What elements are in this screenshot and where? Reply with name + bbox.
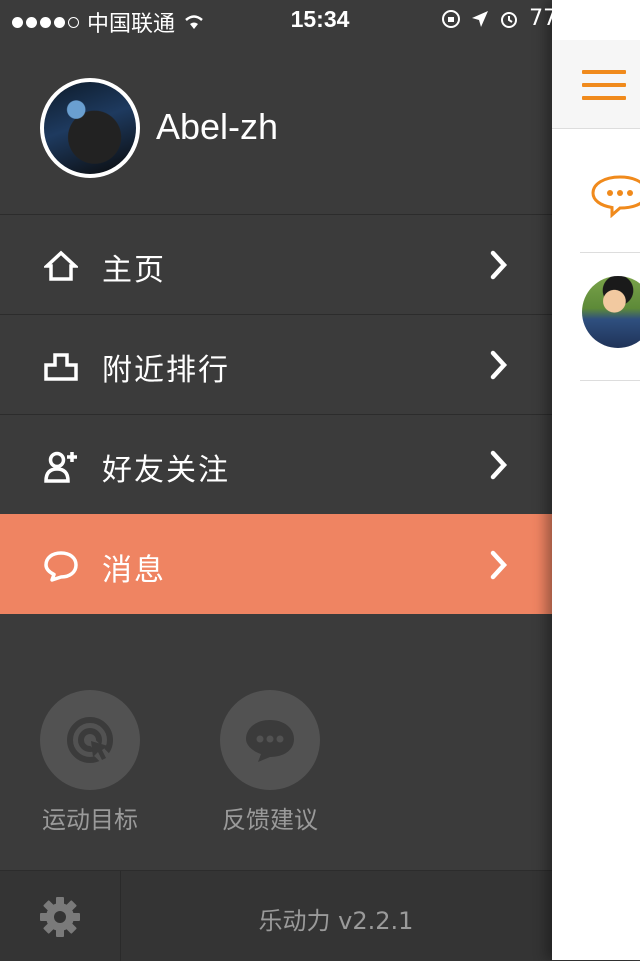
target-icon xyxy=(67,717,116,765)
alarm-icon xyxy=(501,11,518,28)
username: Abel-zh xyxy=(156,106,279,147)
feedback-button[interactable] xyxy=(220,690,320,790)
shortcut-goal[interactable]: 运动目标 xyxy=(10,690,170,835)
menu-item-nearby-ranking[interactable]: 附近排行 xyxy=(0,314,552,414)
nav-menu: 主页 附近排行 好友关注 消息 xyxy=(0,214,552,614)
avatar[interactable] xyxy=(582,276,640,348)
divider xyxy=(580,380,640,381)
status-bar: 中国联通 15:34 77% xyxy=(0,0,640,40)
drawer-footer: 乐动力 v2.2.1 xyxy=(0,870,552,961)
orientation-lock-icon xyxy=(442,9,461,28)
add-friend-icon xyxy=(44,451,77,483)
feedback-label: 反馈建议 xyxy=(222,806,318,834)
menu-item-messages[interactable]: 消息 xyxy=(0,514,552,614)
menu-item-label: 好友关注 xyxy=(102,453,230,488)
main-content-peek[interactable] xyxy=(552,0,640,960)
chevron-right-icon xyxy=(490,550,508,580)
settings-button[interactable] xyxy=(0,871,121,961)
goal-label: 运动目标 xyxy=(42,806,138,834)
chat-bubble-icon[interactable] xyxy=(590,174,640,218)
shortcut-feedback[interactable]: 反馈建议 xyxy=(190,690,350,835)
menu-item-label: 消息 xyxy=(102,553,166,588)
avatar[interactable] xyxy=(40,78,140,178)
menu-item-home[interactable]: 主页 xyxy=(0,214,552,314)
goal-button[interactable] xyxy=(40,690,140,790)
status-right: 77% xyxy=(441,6,635,31)
menu-item-label: 主页 xyxy=(102,253,166,288)
chat-bubble-icon xyxy=(246,720,294,762)
shortcuts: 运动目标 反馈建议 xyxy=(0,690,552,850)
chevron-right-icon xyxy=(490,350,508,380)
podium-icon xyxy=(44,353,78,381)
location-icon xyxy=(472,10,489,27)
chevron-right-icon xyxy=(490,250,508,280)
chevron-right-icon xyxy=(490,450,508,480)
divider xyxy=(580,252,640,253)
menu-item-friends[interactable]: 好友关注 xyxy=(0,414,552,514)
battery-percent: 77% xyxy=(529,6,578,31)
gear-icon xyxy=(40,897,80,937)
hamburger-menu-icon[interactable] xyxy=(582,70,626,100)
main-header xyxy=(552,40,640,129)
menu-item-label: 附近排行 xyxy=(102,353,230,388)
side-drawer: Abel-zh 主页 附近排行 好友关注 消息 运动目标 反馈建议 乐动力 v2… xyxy=(0,0,552,961)
profile-header[interactable]: Abel-zh xyxy=(0,40,552,214)
home-icon xyxy=(44,250,78,281)
battery-icon xyxy=(588,9,635,28)
message-icon xyxy=(44,551,78,582)
app-version: 乐动力 v2.2.1 xyxy=(258,907,414,935)
